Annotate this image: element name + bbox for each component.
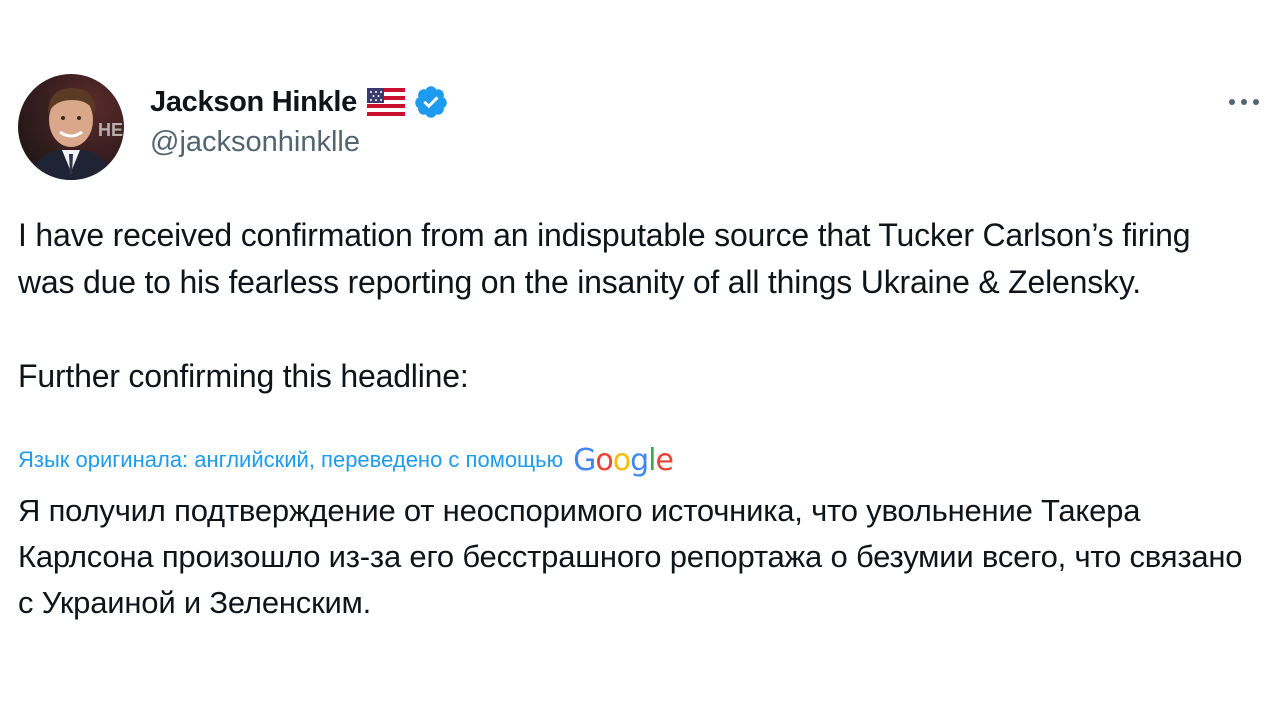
us-flag-icon [366,88,405,116]
display-name[interactable]: Jackson Hinkle [150,86,357,119]
translation-attribution: Язык оригинала: английский, переведено с… [18,440,674,480]
more-options-icon[interactable] [1224,88,1264,116]
tweet-text: I have received confirmation from an ind… [18,217,1191,394]
verified-badge-icon[interactable] [413,84,449,120]
translation-label[interactable]: Язык оригинала: английский, переведено с… [18,447,563,473]
name-row: Jackson Hinkle [150,82,449,122]
google-logo: Google [573,442,674,478]
translated-text: Я получил подтверждение от неоспоримого … [18,493,1243,620]
user-info: Jackson Hinkle @jacksonhinklle [150,82,449,159]
svg-text:HE: HE [98,120,123,140]
avatar-image: HE [18,74,124,180]
user-handle[interactable]: @jacksonhinklle [150,126,449,159]
tweet-card: HE Jackson Hinkle @jacksonhinklle I have… [0,0,1280,720]
avatar[interactable]: HE [18,74,124,180]
